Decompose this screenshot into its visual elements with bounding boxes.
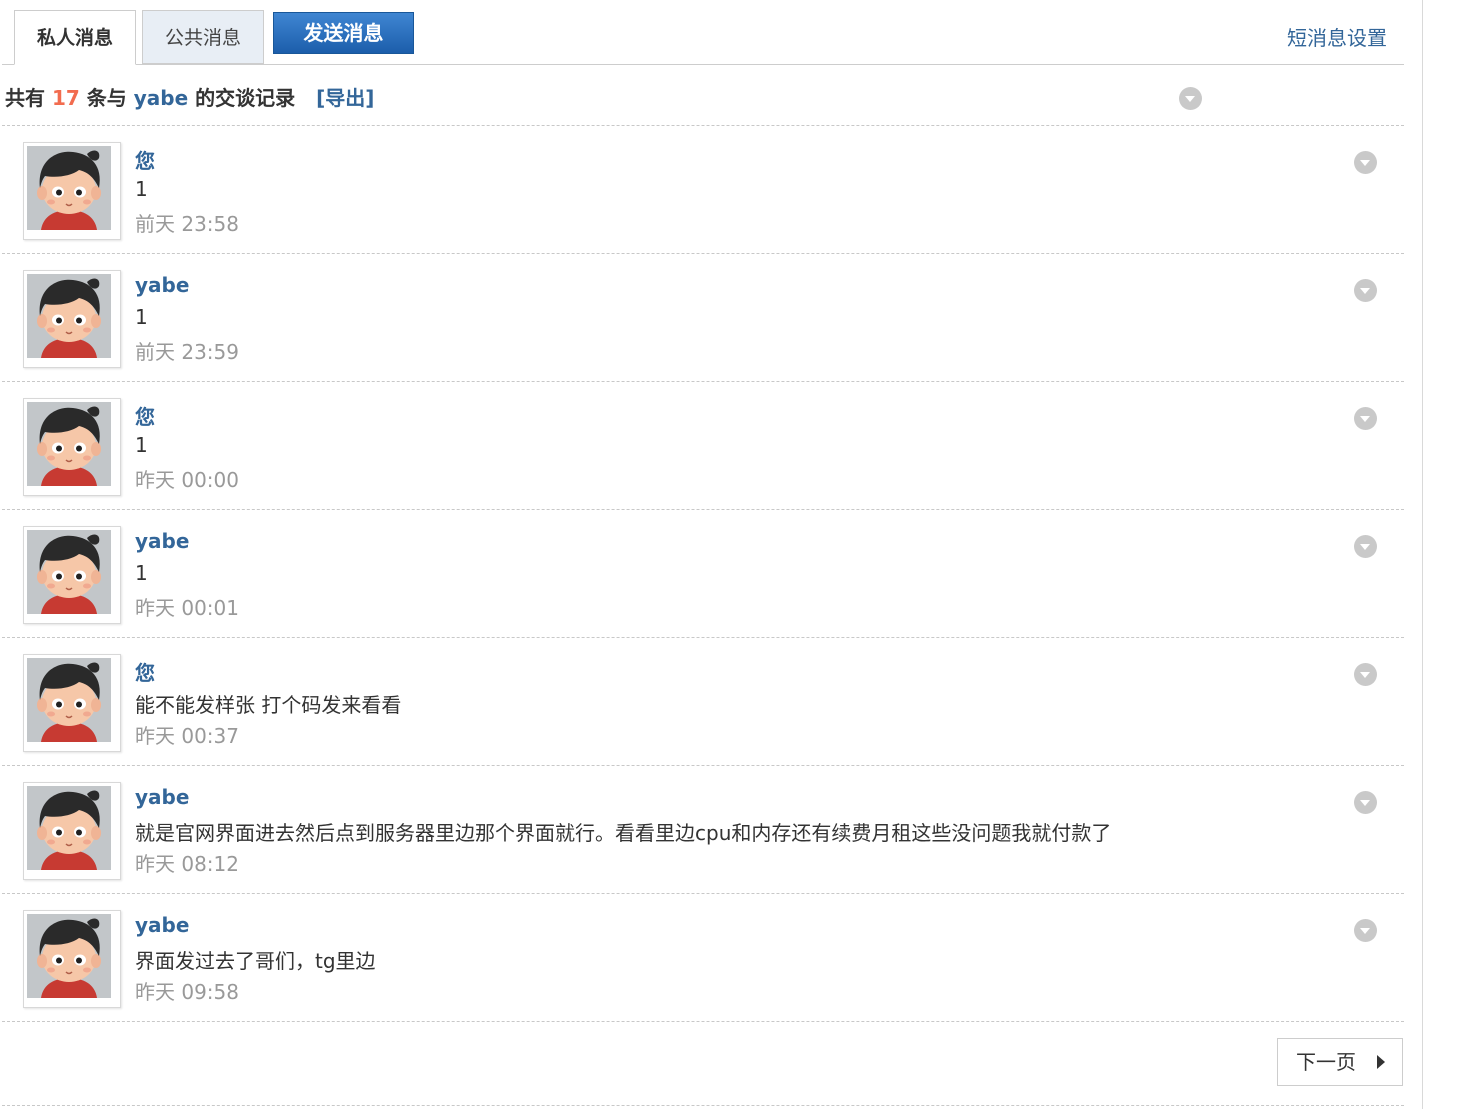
summary-suffix: 的交谈记录 bbox=[195, 86, 296, 110]
avatar-icon bbox=[27, 146, 111, 230]
conversation-summary: 共有 17 条与 yabe 的交谈记录 [导出] bbox=[5, 82, 374, 111]
conversation-user: yabe bbox=[133, 86, 189, 110]
message-text: 1 bbox=[135, 561, 148, 585]
avatar[interactable] bbox=[23, 142, 121, 240]
avatar[interactable] bbox=[23, 526, 121, 624]
message-author[interactable]: 您 bbox=[135, 145, 155, 174]
arrow-right-icon bbox=[1377, 1055, 1385, 1069]
message-dropdown-icon[interactable] bbox=[1354, 151, 1377, 174]
message-author[interactable]: yabe bbox=[135, 529, 189, 553]
message-text: 能不能发样张 打个码发来看看 bbox=[135, 693, 402, 717]
message-time: 昨天 09:58 bbox=[135, 980, 239, 1004]
message-text: 就是官网界面进去然后点到服务器里边那个界面就行。看看里边cpu和内存还有续费月租… bbox=[135, 821, 1112, 845]
summary-dropdown-icon[interactable] bbox=[1179, 87, 1202, 110]
divider bbox=[2, 1021, 1404, 1022]
message-item: yabe 就是官网界面进去然后点到服务器里边那个界面就行。看看里边cpu和内存还… bbox=[2, 766, 1404, 894]
message-dropdown-icon[interactable] bbox=[1354, 407, 1377, 430]
message-text: 1 bbox=[135, 433, 148, 457]
message-count: 17 bbox=[51, 86, 80, 110]
send-message-button[interactable]: 发送消息 bbox=[273, 12, 414, 54]
message-dropdown-icon[interactable] bbox=[1354, 791, 1377, 814]
avatar-icon bbox=[27, 658, 111, 742]
avatar[interactable] bbox=[23, 654, 121, 752]
message-dropdown-icon[interactable] bbox=[1354, 279, 1377, 302]
message-item: 您 1 前天 23:58 bbox=[2, 126, 1404, 254]
avatar[interactable] bbox=[23, 270, 121, 368]
message-time: 前天 23:59 bbox=[135, 340, 239, 364]
message-author[interactable]: yabe bbox=[135, 273, 189, 297]
avatar[interactable] bbox=[23, 398, 121, 496]
message-time: 昨天 00:37 bbox=[135, 724, 239, 748]
tab-bar: 私人消息 公共消息 发送消息 短消息设置 bbox=[2, 0, 1404, 65]
avatar-icon bbox=[27, 402, 111, 486]
message-author[interactable]: 您 bbox=[135, 401, 155, 430]
message-dropdown-icon[interactable] bbox=[1354, 663, 1377, 686]
message-dropdown-icon[interactable] bbox=[1354, 919, 1377, 942]
summary-middle: 条与 bbox=[86, 86, 127, 110]
message-time: 昨天 08:12 bbox=[135, 852, 239, 876]
message-item: yabe 1 昨天 00:01 bbox=[2, 510, 1404, 638]
export-link[interactable]: [导出] bbox=[316, 86, 374, 110]
message-panel: 私人消息 公共消息 发送消息 短消息设置 共有 17 条与 yabe 的交谈记录… bbox=[0, 0, 1404, 1109]
avatar-icon bbox=[27, 914, 111, 998]
message-time: 前天 23:58 bbox=[135, 212, 239, 236]
message-author[interactable]: yabe bbox=[135, 913, 189, 937]
summary-prefix: 共有 bbox=[5, 86, 45, 110]
divider bbox=[2, 1105, 1404, 1106]
avatar[interactable] bbox=[23, 782, 121, 880]
tab-private-messages[interactable]: 私人消息 bbox=[14, 10, 136, 65]
next-page-button[interactable]: 下一页 bbox=[1277, 1038, 1403, 1086]
next-page-label: 下一页 bbox=[1296, 1050, 1356, 1074]
avatar-icon bbox=[27, 530, 111, 614]
message-text: 1 bbox=[135, 177, 148, 201]
tab-public-messages[interactable]: 公共消息 bbox=[142, 10, 264, 64]
right-border bbox=[1422, 0, 1423, 1109]
message-item: yabe 1 前天 23:59 bbox=[2, 254, 1404, 382]
message-dropdown-icon[interactable] bbox=[1354, 535, 1377, 558]
message-item: yabe 界面发过去了哥们，tg里边 昨天 09:58 bbox=[2, 894, 1404, 1022]
message-time: 昨天 00:00 bbox=[135, 468, 239, 492]
message-author[interactable]: 您 bbox=[135, 657, 155, 686]
avatar-icon bbox=[27, 786, 111, 870]
message-settings-link[interactable]: 短消息设置 bbox=[1287, 22, 1387, 51]
message-item: 您 能不能发样张 打个码发来看看 昨天 00:37 bbox=[2, 638, 1404, 766]
message-item: 您 1 昨天 00:00 bbox=[2, 382, 1404, 510]
message-text: 1 bbox=[135, 305, 148, 329]
avatar-icon bbox=[27, 274, 111, 358]
message-text: 界面发过去了哥们，tg里边 bbox=[135, 949, 376, 973]
avatar[interactable] bbox=[23, 910, 121, 1008]
message-author[interactable]: yabe bbox=[135, 785, 189, 809]
message-time: 昨天 00:01 bbox=[135, 596, 239, 620]
